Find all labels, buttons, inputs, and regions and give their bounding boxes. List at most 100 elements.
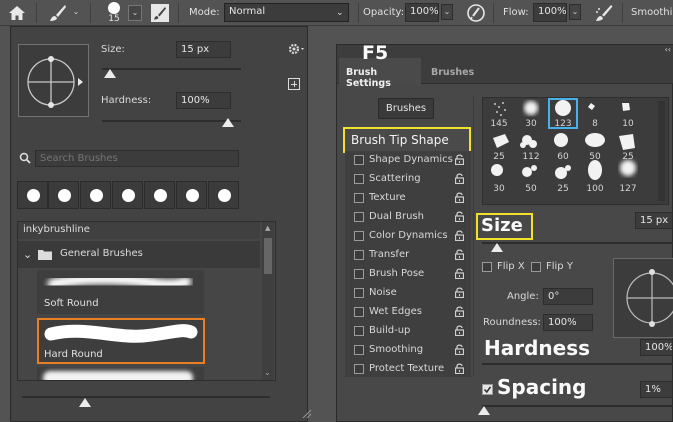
checkbox[interactable] bbox=[354, 269, 364, 279]
checkbox[interactable] bbox=[354, 193, 364, 203]
scrollbar-thumb[interactable] bbox=[264, 238, 272, 274]
size-heading-box: Size bbox=[476, 213, 533, 240]
recent-brush-preset[interactable] bbox=[176, 181, 207, 209]
lock-icon[interactable] bbox=[455, 325, 464, 336]
hardness-slider[interactable] bbox=[102, 120, 241, 122]
lock-icon[interactable] bbox=[455, 173, 464, 184]
checkbox[interactable] bbox=[354, 250, 364, 260]
tip-size-input[interactable]: 15 px bbox=[635, 212, 673, 229]
option-texture[interactable]: Texture bbox=[345, 189, 470, 208]
lock-icon[interactable] bbox=[455, 306, 464, 317]
lock-icon[interactable] bbox=[455, 192, 464, 203]
flip-y-checkbox[interactable] bbox=[531, 262, 541, 272]
brush-tip-shape-item[interactable]: Brush Tip Shape bbox=[343, 127, 471, 153]
lock-icon[interactable] bbox=[455, 249, 464, 260]
checkbox[interactable] bbox=[354, 231, 364, 241]
option-smoothing[interactable]: Smoothing bbox=[345, 341, 470, 360]
spacing-checkbox[interactable] bbox=[482, 384, 493, 395]
option-build-up[interactable]: Build-up bbox=[345, 322, 470, 341]
spacing-slider[interactable] bbox=[482, 405, 673, 407]
recent-brush-preset[interactable] bbox=[17, 181, 48, 209]
scroll-down-icon[interactable]: ⌄ bbox=[264, 368, 271, 377]
opacity-label: Opacity: bbox=[363, 7, 405, 18]
option-protect-texture[interactable]: Protect Texture bbox=[345, 360, 470, 379]
opacity-dropdown[interactable]: ⌄ bbox=[441, 4, 453, 20]
gear-icon[interactable] bbox=[288, 43, 306, 58]
tip-grid-scrollbar[interactable] bbox=[658, 101, 665, 201]
brush-picker-dropdown[interactable]: ⌄ bbox=[128, 5, 142, 21]
lock-icon[interactable] bbox=[455, 363, 464, 374]
brush-preset-picker[interactable]: 15 bbox=[100, 1, 130, 26]
checkbox[interactable] bbox=[354, 326, 364, 336]
brush-item-partial[interactable] bbox=[37, 367, 204, 380]
tab-brushes[interactable]: Brushes bbox=[431, 67, 474, 78]
search-brushes-input[interactable] bbox=[35, 150, 239, 167]
thumbnail-size-slider-thumb[interactable] bbox=[79, 398, 91, 407]
angle-roundness-widget[interactable] bbox=[613, 258, 673, 338]
checkbox[interactable] bbox=[354, 212, 364, 222]
checkbox[interactable] bbox=[354, 364, 364, 374]
option-brush-pose[interactable]: Brush Pose bbox=[345, 265, 470, 284]
collapse-icon[interactable]: ‹‹ bbox=[665, 45, 671, 54]
spacing-slider-thumb[interactable] bbox=[478, 406, 490, 415]
roundness-input[interactable]: 100% bbox=[543, 314, 593, 331]
checkbox[interactable] bbox=[354, 307, 364, 317]
tip-size-slider-thumb[interactable] bbox=[491, 243, 503, 252]
resize-grip-icon[interactable] bbox=[302, 409, 312, 422]
tool-preset-dropdown[interactable]: ⌄ bbox=[70, 5, 82, 21]
option-noise[interactable]: Noise bbox=[345, 284, 470, 303]
brush-settings-toggle-icon[interactable] bbox=[150, 3, 170, 26]
home-icon[interactable] bbox=[8, 5, 26, 24]
lock-icon[interactable] bbox=[455, 154, 464, 165]
brush-item-soft-round[interactable]: Soft Round bbox=[37, 270, 204, 314]
mode-select[interactable]: Normal bbox=[224, 3, 349, 22]
size-input[interactable]: 15 px bbox=[176, 41, 231, 58]
recent-brush-preset[interactable] bbox=[48, 181, 79, 209]
option-shape-dynamics[interactable]: Shape Dynamics bbox=[345, 151, 470, 170]
folder-row-inky[interactable]: inkybrushline bbox=[18, 222, 260, 239]
tip-size-slider[interactable] bbox=[482, 242, 673, 244]
flow-input[interactable]: 100% bbox=[533, 3, 567, 22]
angle-input[interactable]: 0° bbox=[543, 288, 593, 305]
option-wet-edges[interactable]: Wet Edges bbox=[345, 303, 470, 322]
lock-icon[interactable] bbox=[455, 344, 464, 355]
option-dual-brush[interactable]: Dual Brush bbox=[345, 208, 470, 227]
size-slider[interactable] bbox=[102, 68, 241, 70]
checkbox[interactable] bbox=[354, 174, 364, 184]
lock-icon[interactable] bbox=[455, 211, 464, 222]
option-label: Shape Dynamics bbox=[369, 154, 453, 165]
flow-dropdown[interactable]: ⌄ bbox=[569, 4, 581, 20]
recent-brush-preset[interactable] bbox=[144, 181, 175, 209]
thumbnail-size-slider[interactable] bbox=[22, 396, 270, 398]
new-preset-icon[interactable] bbox=[288, 78, 300, 90]
flip-x-checkbox[interactable] bbox=[482, 262, 492, 272]
option-scattering[interactable]: Scattering bbox=[345, 170, 470, 189]
checkbox[interactable] bbox=[354, 288, 364, 298]
lock-icon[interactable] bbox=[455, 287, 464, 298]
hardness-input[interactable]: 100% bbox=[176, 92, 231, 109]
tip-hardness-input[interactable]: 100% bbox=[640, 339, 673, 356]
size-slider-thumb[interactable] bbox=[104, 69, 116, 78]
lock-icon[interactable] bbox=[455, 230, 464, 241]
recent-brush-preset[interactable] bbox=[80, 181, 111, 209]
tip-hardness-slider[interactable] bbox=[482, 363, 673, 365]
checkbox[interactable] bbox=[354, 345, 364, 355]
brush-tip-preview[interactable] bbox=[18, 44, 89, 117]
scroll-up-icon[interactable]: ▲ bbox=[265, 224, 270, 232]
checkbox[interactable] bbox=[354, 155, 364, 165]
preset-list-scrollbar[interactable]: ▲ ⌄ bbox=[262, 222, 274, 380]
brush-item-hard-round[interactable]: Hard Round bbox=[37, 318, 205, 364]
folder-row-general[interactable]: ⌄ General Brushes bbox=[18, 241, 260, 268]
brush-tool-icon[interactable] bbox=[48, 3, 68, 26]
spacing-input[interactable]: 1% bbox=[640, 381, 673, 398]
airbrush-icon[interactable] bbox=[593, 3, 615, 26]
recent-brush-preset[interactable] bbox=[112, 181, 143, 209]
hardness-slider-thumb[interactable] bbox=[222, 118, 234, 127]
pressure-opacity-icon[interactable] bbox=[466, 3, 486, 26]
option-color-dynamics[interactable]: Color Dynamics bbox=[345, 227, 470, 246]
opacity-input[interactable]: 100% bbox=[405, 3, 439, 22]
brushes-button[interactable]: Brushes bbox=[378, 98, 434, 119]
lock-icon[interactable] bbox=[455, 268, 464, 279]
recent-brush-preset[interactable] bbox=[208, 181, 239, 209]
option-transfer[interactable]: Transfer bbox=[345, 246, 470, 265]
